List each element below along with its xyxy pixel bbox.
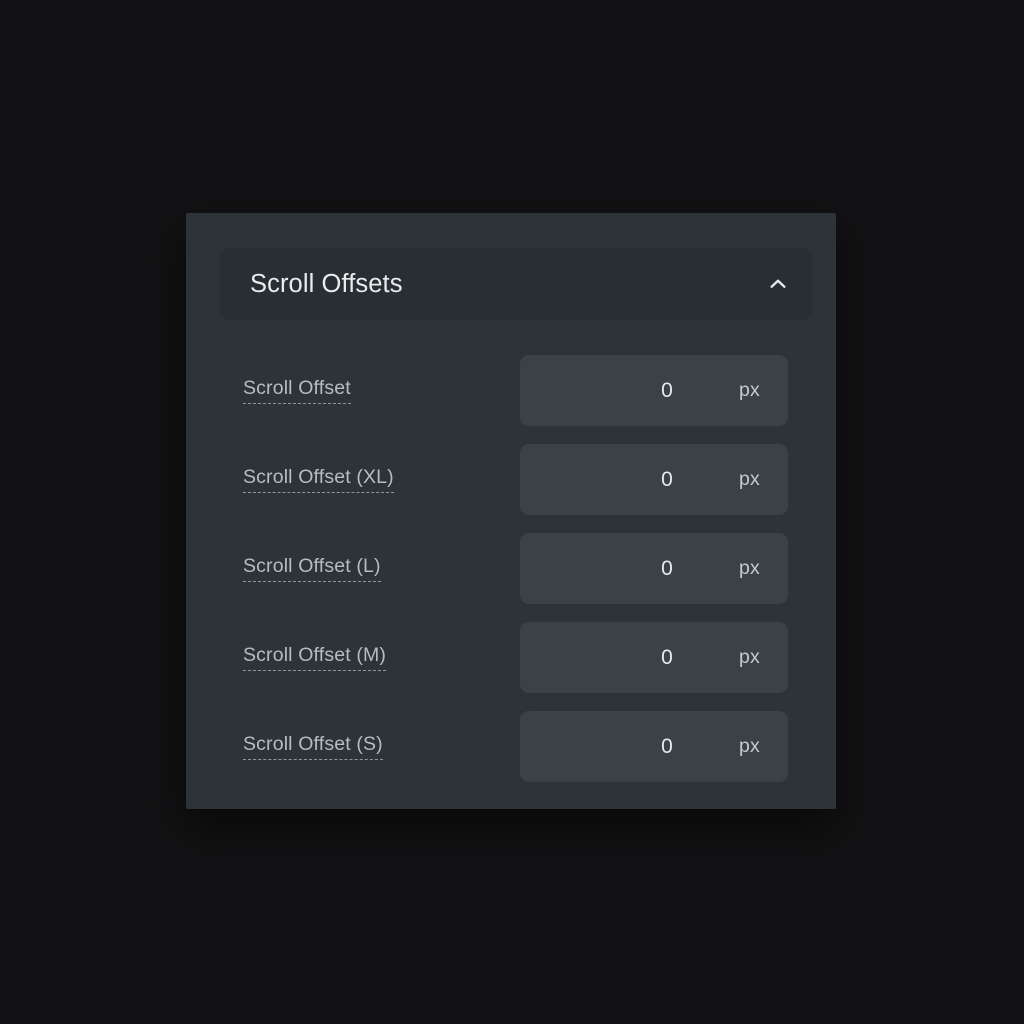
row-scroll-offset-xl: Scroll Offset (XL) 0 px	[186, 435, 836, 524]
unit-scroll-offset: px	[739, 379, 760, 401]
section-title: Scroll Offsets	[250, 269, 403, 298]
value-scroll-offset-l: 0	[661, 556, 673, 580]
unit-scroll-offset-xl: px	[739, 468, 760, 490]
row-scroll-offset-l: Scroll Offset (L) 0 px	[186, 524, 836, 613]
input-scroll-offset-l[interactable]: 0 px	[520, 533, 788, 604]
label-scroll-offset-m: Scroll Offset (M)	[243, 644, 387, 671]
unit-scroll-offset-s: px	[739, 735, 760, 757]
scroll-offsets-panel: Scroll Offsets Scroll Offset 0 px Scroll…	[186, 213, 836, 809]
value-scroll-offset: 0	[661, 378, 673, 402]
chevron-up-icon[interactable]	[767, 273, 789, 295]
label-scroll-offset-xl: Scroll Offset (XL)	[243, 466, 394, 493]
app-background: Scroll Offsets Scroll Offset 0 px Scroll…	[0, 0, 1024, 1024]
row-scroll-offset: Scroll Offset 0 px	[186, 346, 836, 435]
section-header-scroll-offsets[interactable]: Scroll Offsets	[220, 248, 812, 320]
value-scroll-offset-s: 0	[661, 734, 673, 758]
label-scroll-offset-s: Scroll Offset (S)	[243, 733, 383, 760]
row-scroll-offset-m: Scroll Offset (M) 0 px	[186, 613, 836, 702]
input-scroll-offset-m[interactable]: 0 px	[520, 622, 788, 693]
unit-scroll-offset-m: px	[739, 646, 760, 668]
label-scroll-offset-l: Scroll Offset (L)	[243, 555, 381, 582]
scroll-offset-rows: Scroll Offset 0 px Scroll Offset (XL) 0 …	[186, 346, 836, 791]
value-scroll-offset-m: 0	[661, 645, 673, 669]
input-scroll-offset-s[interactable]: 0 px	[520, 711, 788, 782]
input-scroll-offset-xl[interactable]: 0 px	[520, 444, 788, 515]
label-scroll-offset: Scroll Offset	[243, 377, 351, 404]
input-scroll-offset[interactable]: 0 px	[520, 355, 788, 426]
value-scroll-offset-xl: 0	[661, 467, 673, 491]
unit-scroll-offset-l: px	[739, 557, 760, 579]
row-scroll-offset-s: Scroll Offset (S) 0 px	[186, 702, 836, 791]
